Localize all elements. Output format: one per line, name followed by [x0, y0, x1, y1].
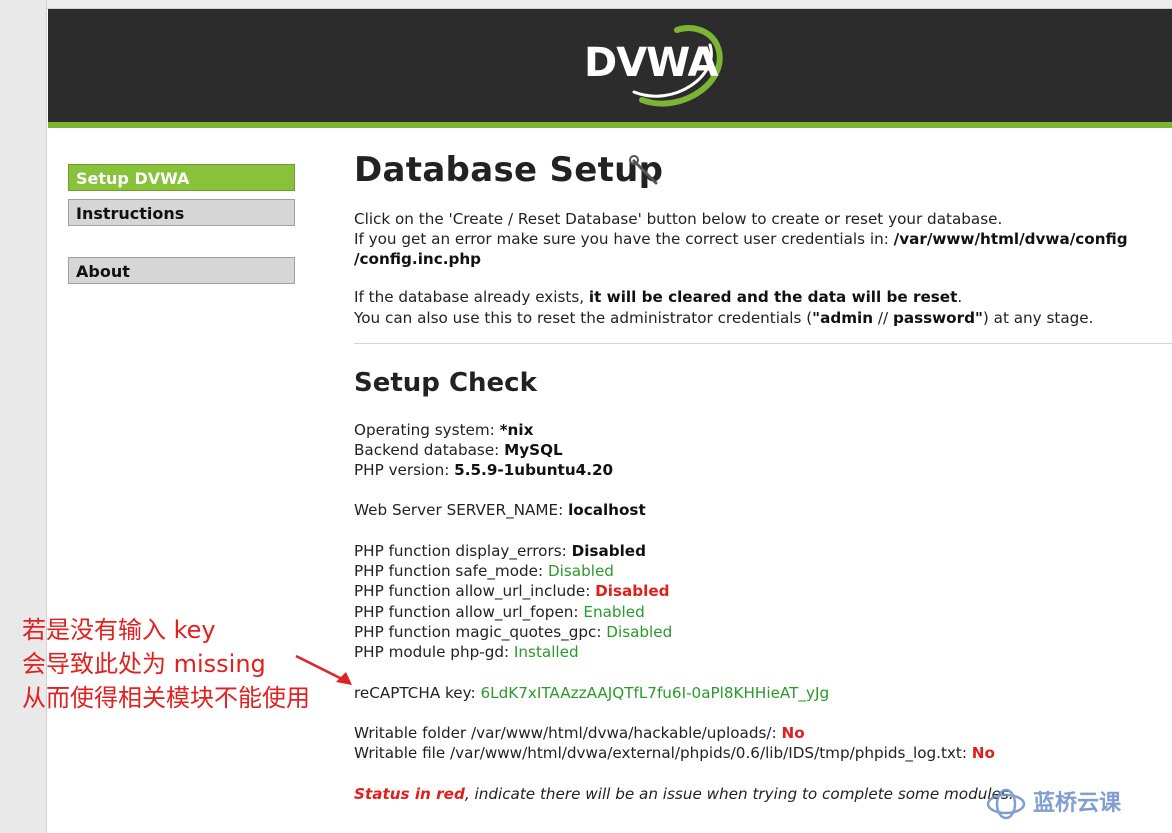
allow-url-include-label: PHP function allow_url_include:: [354, 582, 596, 600]
dvwa-logo[interactable]: DVWA: [582, 20, 732, 112]
os-value: *nix: [499, 421, 534, 439]
allow-url-fopen-label: PHP function allow_url_fopen:: [354, 603, 584, 621]
reset-line-1-pre: If the database already exists,: [354, 288, 589, 306]
intro-line-2: If you get an error make sure you have t…: [354, 229, 1128, 249]
page-title: Database Setup: [354, 150, 664, 190]
os-label: Operating system:: [354, 421, 500, 439]
recaptcha-value: 6LdK7xITAAzzAAJQTfL7fu6I-0aPl8KHHieAT_yJ…: [480, 684, 830, 702]
server-name-value: localhost: [568, 501, 646, 519]
reset-warning: it will be cleared and the data will be …: [588, 288, 958, 306]
allow-url-fopen-row: PHP function allow_url_fopen: Enabled: [354, 602, 645, 622]
php-gd-row: PHP module php-gd: Installed: [354, 642, 579, 662]
setup-check-heading: Setup Check: [354, 368, 537, 398]
writable-folder-label: Writable folder /var/www/html/dvwa/hacka…: [354, 724, 782, 742]
reset-line-2-sep: //: [873, 309, 893, 327]
intro-line-2-text: If you get an error make sure you have t…: [354, 230, 894, 248]
watermark-text: 蓝桥云课: [1033, 791, 1122, 816]
reset-line-1: If the database already exists, it will …: [354, 287, 962, 307]
recaptcha-row: reCAPTCHA key: 6LdK7xITAAzzAAJQTfL7fu6I-…: [354, 683, 829, 703]
db-value: MySQL: [504, 441, 563, 459]
allow-url-include-row: PHP function allow_url_include: Disabled: [354, 581, 670, 601]
php-version-value: 5.5.9-1ubuntu4.20: [454, 461, 614, 479]
menu-item-instructions[interactable]: Instructions: [68, 199, 295, 226]
status-red-label: Status in red: [354, 785, 465, 803]
safe-mode-label: PHP function safe_mode:: [354, 562, 548, 580]
reset-line-2-post: ) at any stage.: [982, 309, 1094, 327]
php-gd-value: Installed: [513, 643, 579, 661]
writable-file-value: No: [971, 744, 995, 762]
display-errors-label: PHP function display_errors:: [354, 542, 572, 560]
safe-mode-value: Disabled: [547, 562, 614, 580]
safe-mode-row: PHP function safe_mode: Disabled: [354, 561, 614, 581]
allow-url-fopen-value: Enabled: [583, 603, 645, 621]
reset-line-2-pre: You can also use this to reset the admin…: [354, 309, 813, 327]
section-divider: [354, 343, 1172, 344]
display-errors-value: Disabled: [571, 542, 646, 560]
config-path-continued: /config.inc.php: [354, 250, 482, 268]
intro-line-1: Click on the 'Create / Reset Database' b…: [354, 210, 1003, 228]
watermark-logo-icon: [986, 788, 1026, 820]
display-errors-row: PHP function display_errors: Disabled: [354, 541, 646, 561]
header-accent-bar: [48, 122, 1172, 128]
intro-line-3: /config.inc.php: [354, 249, 481, 269]
php-version-row: PHP version: 5.5.9-1ubuntu4.20: [354, 460, 613, 480]
os-row: Operating system: *nix: [354, 420, 533, 440]
recaptcha-label: reCAPTCHA key:: [354, 684, 481, 702]
annotation-line-3: 从而使得相关模块不能使用: [22, 684, 310, 712]
annotation-line-1: 若是没有输入 key: [22, 616, 216, 644]
writable-folder-row: Writable folder /var/www/html/dvwa/hacka…: [354, 723, 805, 743]
annotation-line-2: 会导致此处为 missing: [22, 650, 266, 678]
magic-quotes-row: PHP function magic_quotes_gpc: Disabled: [354, 622, 672, 642]
php-gd-label: PHP module php-gd:: [354, 643, 514, 661]
status-note-rest: , indicate there will be an issue when t…: [464, 785, 1014, 803]
status-note: Status in red, indicate there will be an…: [354, 784, 1014, 804]
writable-file-label: Writable file /var/www/html/dvwa/externa…: [354, 744, 972, 762]
db-row: Backend database: MySQL: [354, 440, 563, 460]
wrench-icon: [629, 155, 658, 185]
writable-file-row: Writable file /var/www/html/dvwa/externa…: [354, 743, 995, 763]
logo-text: DVWA: [584, 40, 718, 86]
php-version-label: PHP version:: [354, 461, 455, 479]
allow-url-include-value: Disabled: [595, 582, 670, 600]
magic-quotes-label: PHP function magic_quotes_gpc:: [354, 623, 607, 641]
reset-line-1-post: .: [957, 288, 963, 306]
magic-quotes-value: Disabled: [606, 623, 673, 641]
writable-folder-value: No: [781, 724, 805, 742]
menu-item-about[interactable]: About: [68, 257, 295, 284]
watermark: 蓝桥云课: [985, 785, 1121, 821]
menu-item-setup-dvwa[interactable]: Setup DVWA: [68, 164, 295, 191]
reset-line-2: You can also use this to reset the admin…: [354, 308, 1093, 328]
server-name-row: Web Server SERVER_NAME: localhost: [354, 500, 646, 520]
browser-top-strip: [0, 0, 1172, 9]
server-name-label: Web Server SERVER_NAME:: [354, 501, 569, 519]
admin-password: password": [892, 309, 983, 327]
annotation-arrow-icon: [295, 654, 352, 685]
admin-username: "admin: [812, 309, 874, 327]
db-label: Backend database:: [354, 441, 505, 459]
config-path: /var/www/html/dvwa/config: [893, 230, 1128, 248]
